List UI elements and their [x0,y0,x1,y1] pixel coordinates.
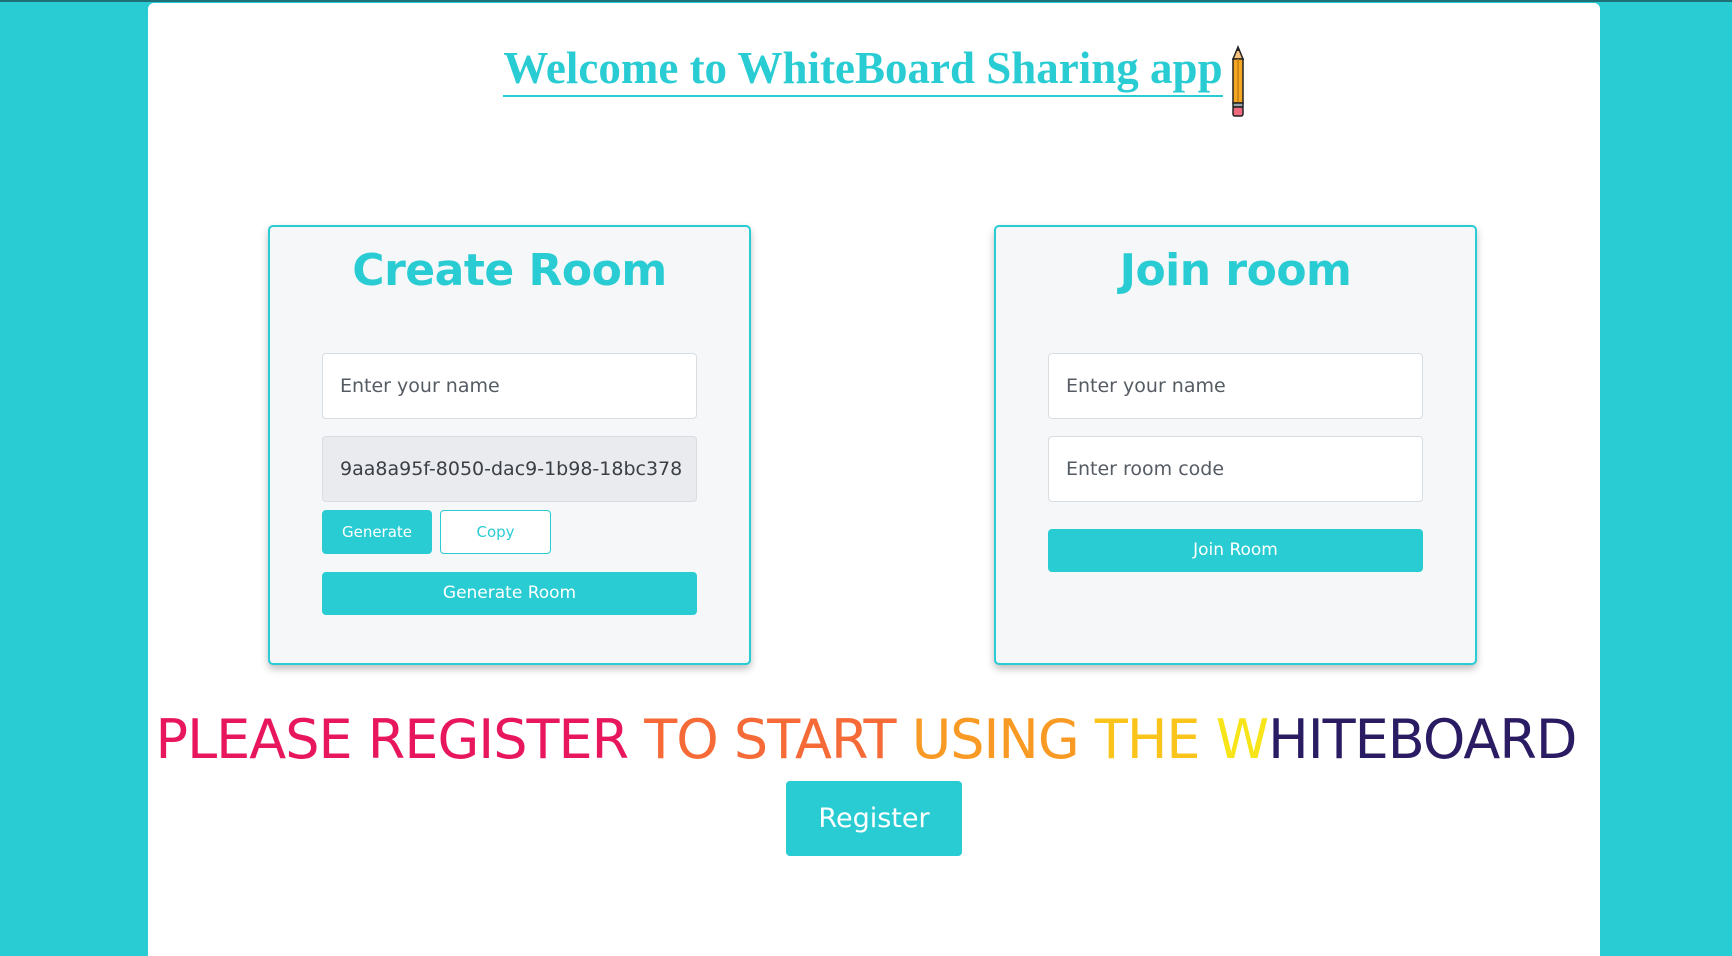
register-button[interactable]: Register [786,781,962,856]
room-code-input[interactable]: Enter room code [1048,436,1423,502]
create-room-title: Create Room [352,245,667,296]
prompt-segment: W [1215,708,1269,771]
prompt-segment: PLEASE REGISTER [155,708,645,771]
pencil-icon [1231,45,1244,117]
prompt-segment: USING [911,708,1095,771]
join-room-card: Join room Enter your name Enter room cod… [994,225,1477,665]
copy-button[interactable]: Copy [440,510,551,554]
join-name-input[interactable]: Enter your name [1048,353,1423,419]
page-title-text: Welcome to WhiteBoard Sharing app [503,43,1223,97]
top-edge-line [0,0,1732,2]
create-room-card: Create Room Enter your name 9aa8a95f-805… [268,225,751,665]
room-id-field[interactable]: 9aa8a95f-8050-dac9-1b98-18bc378 [322,436,697,502]
generate-room-button[interactable]: Generate Room [322,572,697,615]
register-prompt: PLEASE REGISTER TO START USING THE WHITE… [0,708,1732,771]
generate-button[interactable]: Generate [322,510,432,554]
join-room-button[interactable]: Join Room [1048,529,1423,572]
prompt-segment: TO START [644,708,912,771]
prompt-segment: HITEBOARD [1268,708,1577,771]
page-title: Welcome to WhiteBoard Sharing app [503,41,1244,117]
page-header: Welcome to WhiteBoard Sharing app [148,41,1600,117]
create-name-input[interactable]: Enter your name [322,353,697,419]
prompt-segment: THE [1094,708,1216,771]
join-room-title: Join room [1119,245,1352,296]
